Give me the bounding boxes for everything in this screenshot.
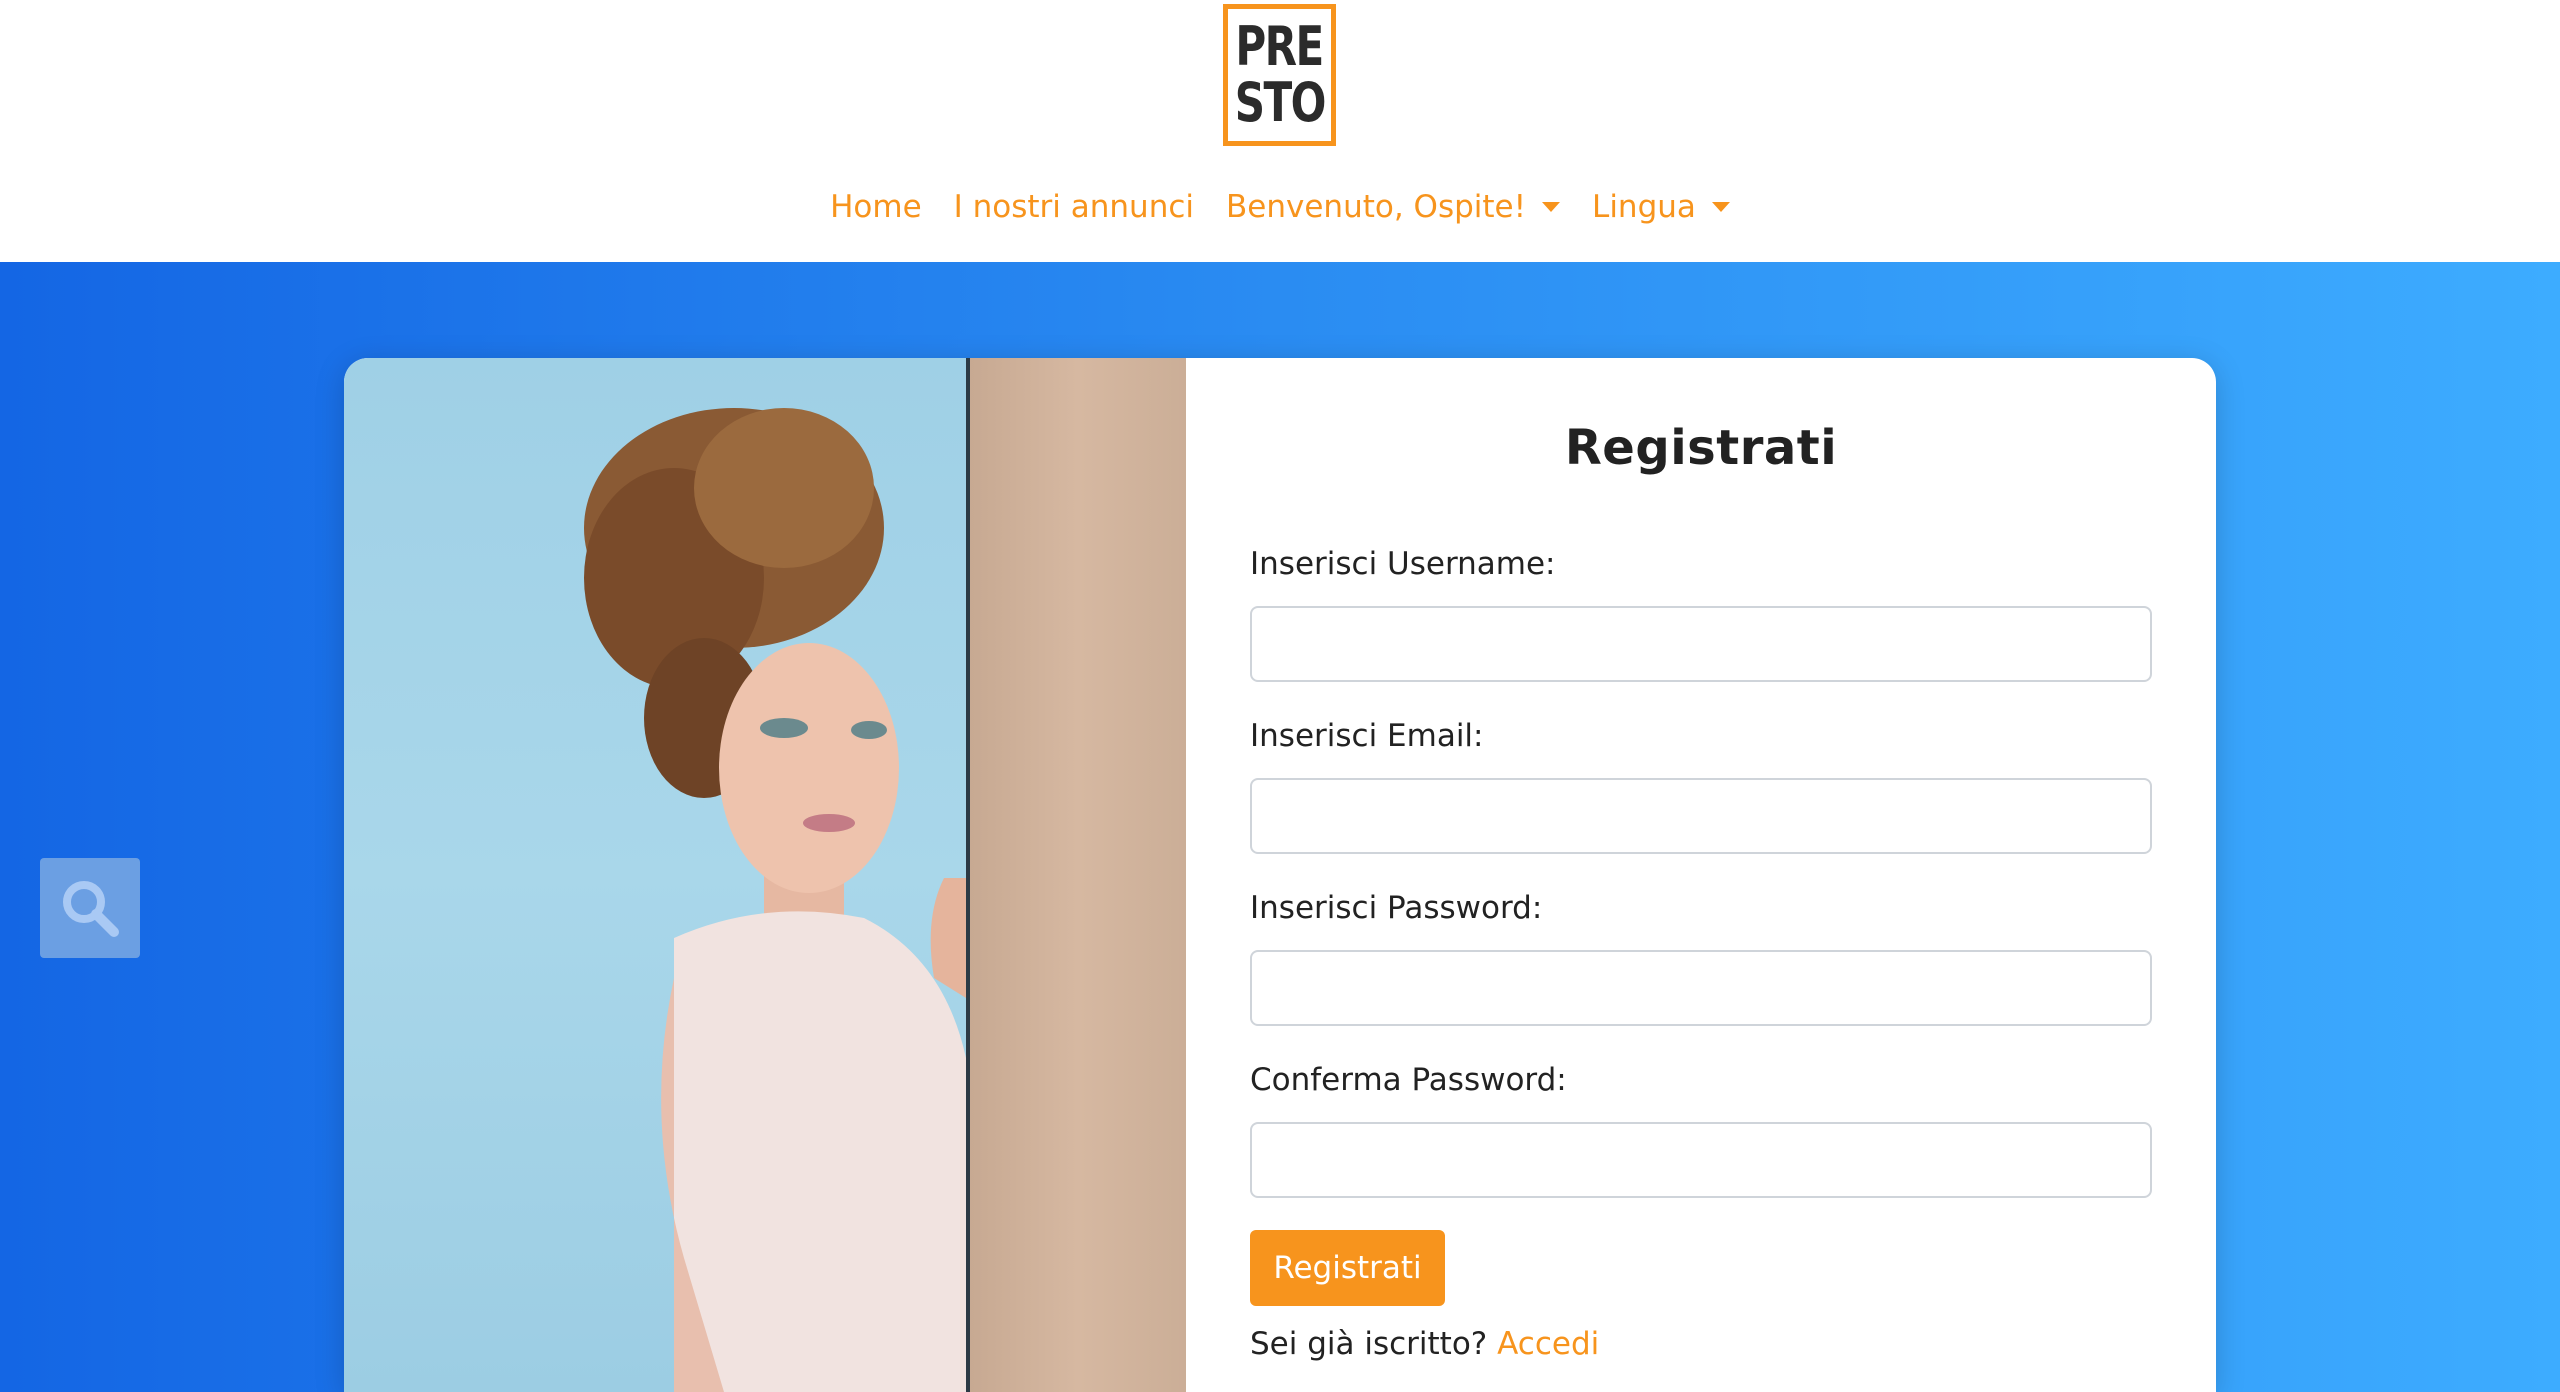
nav-home[interactable]: Home: [830, 189, 922, 225]
register-button[interactable]: Registrati: [1250, 1230, 1445, 1306]
main-nav: Home I nostri annunci Benvenuto, Ospite!…: [0, 182, 2560, 232]
login-prompt: Sei già iscritto? Accedi: [1250, 1326, 1599, 1362]
login-prompt-text: Sei già iscritto?: [1250, 1326, 1488, 1362]
password-input[interactable]: [1250, 950, 2152, 1026]
caret-down-icon: [1542, 202, 1561, 212]
register-form: Registrati Inserisci Username: Inserisci…: [1186, 358, 2216, 1392]
nav-user-label: Benvenuto, Ospite!: [1226, 189, 1527, 225]
search-button[interactable]: [40, 858, 140, 958]
confirm-password-label: Conferma Password:: [1250, 1062, 1567, 1098]
email-input[interactable]: [1250, 778, 2152, 854]
email-label: Inserisci Email:: [1250, 718, 1484, 754]
door-panel: [966, 358, 1186, 1392]
nav-annunci-label: I nostri annunci: [953, 189, 1195, 225]
register-card: Registrati Inserisci Username: Inserisci…: [344, 358, 2216, 1392]
login-link[interactable]: Accedi: [1497, 1326, 1599, 1362]
nav-annunci[interactable]: I nostri annunci: [954, 189, 1194, 225]
search-icon: [63, 881, 119, 937]
nav-language-label: Lingua: [1592, 189, 1696, 225]
username-input[interactable]: [1250, 606, 2152, 682]
confirm-password-input[interactable]: [1250, 1122, 2152, 1198]
caret-down-icon: [1711, 202, 1730, 212]
model-photo: [344, 358, 1186, 1392]
nav-home-label: Home: [830, 189, 922, 225]
form-title: Registrati: [1564, 420, 1838, 476]
nav-language-dropdown[interactable]: Lingua: [1592, 189, 1730, 225]
presto-logo[interactable]: PRE STO: [1223, 4, 1336, 146]
password-label: Inserisci Password:: [1250, 890, 1543, 926]
logo-line-1: PRE: [1235, 15, 1325, 78]
logo-line-2: STO: [1234, 71, 1326, 134]
nav-user-dropdown[interactable]: Benvenuto, Ospite!: [1226, 189, 1561, 225]
site-header: PRE STO Home I nostri annunci Benvenuto,…: [0, 0, 2560, 262]
username-label: Inserisci Username:: [1250, 546, 1556, 582]
